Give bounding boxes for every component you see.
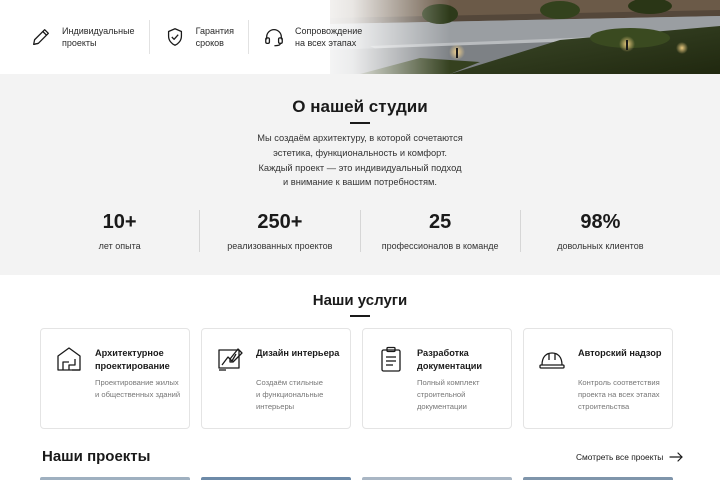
about-section: О нашей студии Мы создаём архитектуру, в… (0, 74, 720, 275)
stat-value: 250+ (257, 211, 303, 233)
stat-label: реализованных проектов (227, 241, 333, 251)
service-cards: Архитектурное проектирование Проектирова… (40, 328, 680, 429)
service-desc: Проектирование жилых и общественных здан… (95, 378, 181, 399)
stat-projects: 250+ реализованных проектов (199, 210, 359, 252)
stat-years: 10+ лет опыта (40, 210, 199, 252)
feature-label: Гарантия сроков (195, 25, 234, 49)
about-text-line: Мы создаём архитектуру, в которой сочета… (257, 133, 463, 143)
hero-banner: Индивидуальные проекты Гарантия сроков С… (0, 0, 720, 74)
feature-item-guarantee: Гарантия сроков (148, 20, 248, 54)
service-desc: Создаём стильные и функциональные интерь… (256, 378, 324, 411)
feature-item-individual: Индивидуальные проекты (30, 20, 149, 54)
service-title: Архитектурное проектирование (95, 348, 170, 371)
stat-label: довольных клиентов (557, 241, 644, 251)
projects-section: Наши проекты Смотреть все проекты (0, 435, 720, 480)
pencil-icon (33, 29, 49, 45)
services-section: Наши услуги Архитектурное проектирование… (0, 275, 720, 435)
service-card-interior[interactable]: Дизайн интерьера Создаём стильные и функ… (201, 328, 351, 429)
services-title: Наши услуги (312, 292, 408, 309)
feature-list: Индивидуальные проекты Гарантия сроков С… (30, 20, 376, 54)
feature-item-support: Сопровождение на всех этапах (247, 20, 376, 54)
about-text: Мы создаём архитектуру, в которой сочета… (200, 131, 520, 190)
about-title: О нашей студии (292, 97, 428, 116)
view-all-label: Смотреть все проекты (576, 452, 664, 462)
service-desc: Полный комплект строительной документаци… (417, 378, 480, 411)
about-text-line: и внимание к вашим потребностям. (282, 177, 437, 188)
shield-check-icon (167, 28, 182, 46)
service-title: Разработка документации (417, 348, 483, 371)
service-title: Дизайн интерьера (256, 348, 340, 358)
feature-label: Индивидуальные проекты (62, 25, 135, 49)
service-card-architecture[interactable]: Архитектурное проектирование Проектирова… (40, 328, 190, 429)
about-text-line: Каждый проект — это индивидуальный подхо… (258, 162, 462, 173)
service-card-supervision[interactable]: Авторский надзор Контроль соответствия п… (523, 328, 673, 429)
projects-title: Наши проекты (42, 448, 151, 465)
service-title: Авторский надзор (578, 348, 662, 358)
stat-value: 10+ (102, 211, 137, 233)
service-card-documentation[interactable]: Разработка документации Полный комплект … (362, 328, 512, 429)
stat-label: лет опыта (98, 241, 141, 251)
service-desc: Контроль соответствия проекта на всех эт… (578, 378, 660, 411)
headset-icon (265, 29, 283, 47)
house-plan-icon (57, 347, 81, 371)
title-divider (350, 122, 370, 124)
stat-team: 25 профессионалов в команде (359, 210, 520, 252)
stat-value: 25 (429, 211, 452, 233)
hard-hat-icon (539, 352, 565, 369)
title-divider (350, 315, 370, 317)
view-all-projects-link[interactable]: Смотреть все проекты (576, 452, 683, 462)
stat-label: профессионалов в команде (381, 241, 499, 251)
stat-clients: 98% довольных клиентов (519, 210, 680, 252)
about-text-line: эстетика, функциональность и комфорт. (273, 147, 447, 158)
stats-row: 10+ лет опыта 250+ реализованных проекто… (40, 210, 680, 252)
interior-drawing-icon (218, 348, 243, 371)
feature-label: Сопровождение на всех этапах (294, 25, 363, 49)
clipboard-icon (381, 346, 401, 372)
arrow-right-icon (669, 452, 683, 462)
stat-value: 98% (580, 211, 621, 233)
